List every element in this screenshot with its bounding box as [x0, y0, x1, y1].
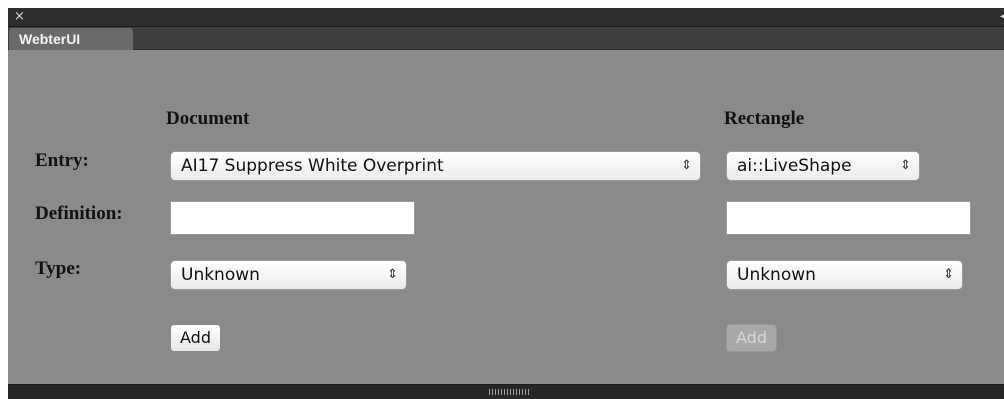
select-arrows-icon: ⇕ [681, 158, 692, 173]
collapse-icon[interactable]: ◂◂ [1000, 10, 1004, 24]
panel-content: Document Rectangle Entry: Definition: Ty… [8, 50, 1004, 384]
select-arrows-icon: ⇕ [387, 267, 398, 282]
document-definition-field[interactable] [170, 201, 415, 235]
document-add-button[interactable]: Add [170, 324, 221, 352]
rectangle-entry-select[interactable]: ai::LiveShape ⇕ [726, 151, 920, 181]
entry-label: Entry: [35, 150, 89, 171]
resize-grip-icon[interactable] [489, 389, 529, 395]
tab-strip: WebterUI [8, 27, 1004, 50]
document-column-header: Document [166, 108, 250, 129]
select-arrows-icon: ⇕ [943, 267, 954, 282]
document-entry-value: AI17 Suppress White Overprint [181, 156, 444, 176]
rectangle-definition-field[interactable] [726, 201, 971, 235]
panel-title-bar: × ◂◂ [8, 8, 1004, 27]
type-label: Type: [35, 258, 82, 279]
select-arrows-icon: ⇕ [900, 158, 911, 173]
rectangle-entry-value: ai::LiveShape [737, 156, 852, 176]
webterui-panel: × ◂◂ WebterUI Document Rectangle Entry: … [8, 8, 1004, 399]
document-type-select[interactable]: Unknown ⇕ [170, 260, 407, 290]
document-entry-select[interactable]: AI17 Suppress White Overprint ⇕ [170, 151, 701, 181]
rectangle-column-header: Rectangle [724, 108, 805, 129]
rectangle-add-button: Add [726, 324, 777, 352]
definition-label: Definition: [35, 203, 123, 224]
close-icon[interactable]: × [14, 9, 25, 24]
rectangle-type-value: Unknown [737, 265, 816, 285]
document-type-value: Unknown [181, 265, 260, 285]
panel-bottom-bar [8, 384, 1004, 399]
tab-webterui[interactable]: WebterUI [9, 28, 133, 50]
rectangle-type-select[interactable]: Unknown ⇕ [726, 260, 963, 290]
